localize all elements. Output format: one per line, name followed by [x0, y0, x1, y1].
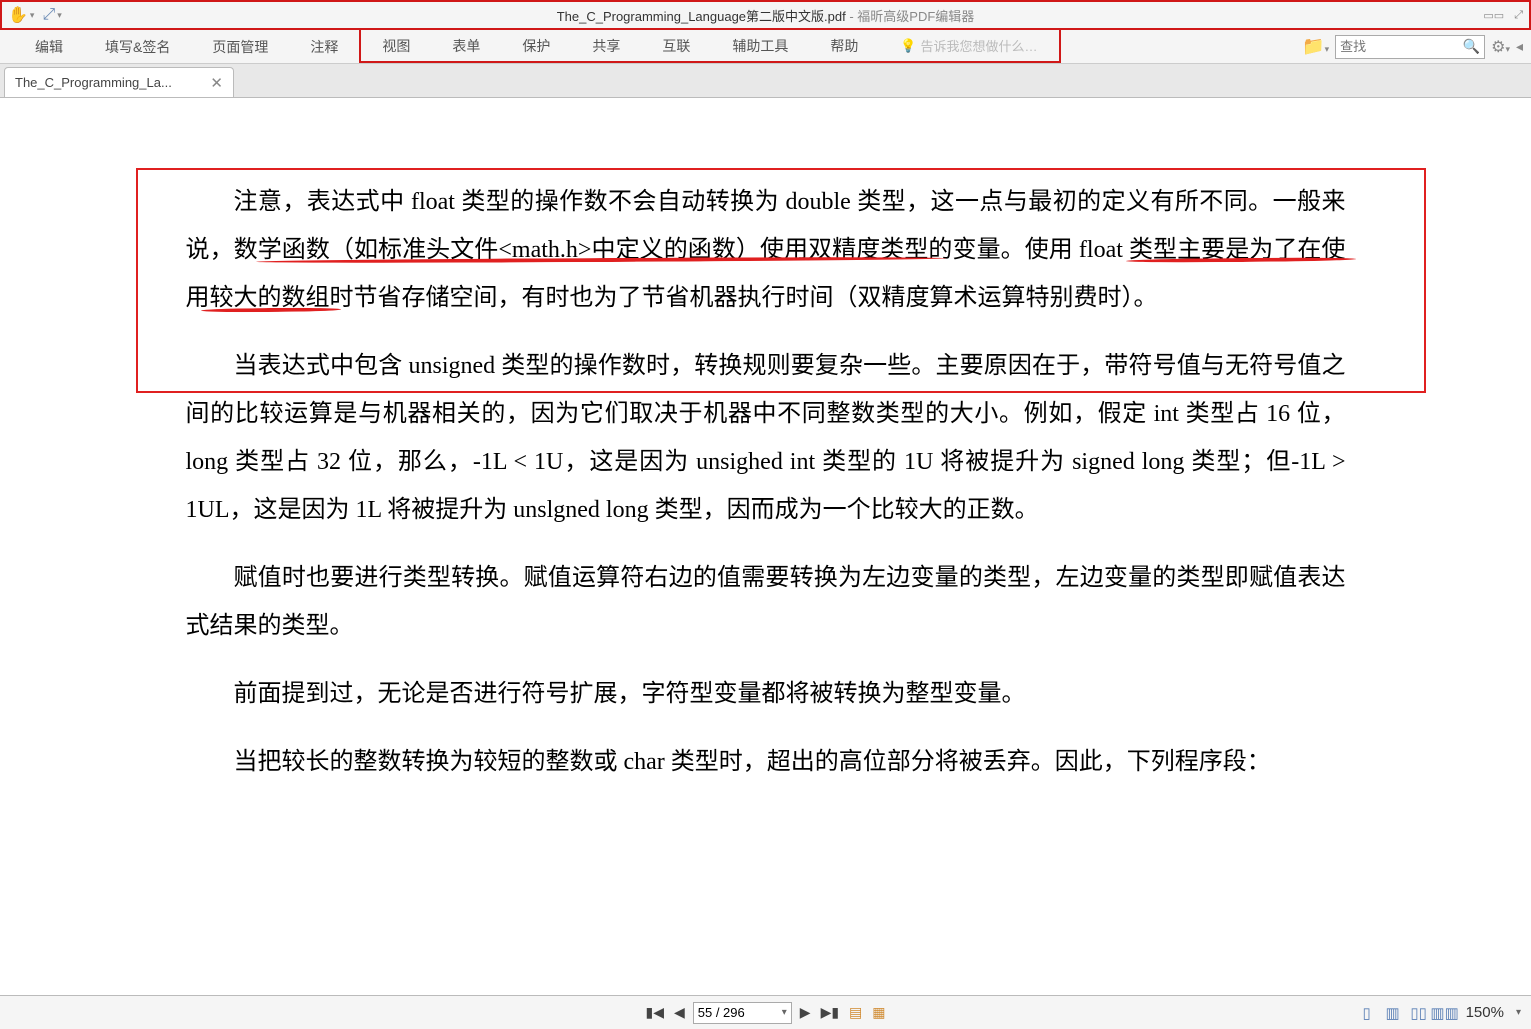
next-page-icon[interactable]: ▶ — [798, 1004, 813, 1021]
settings-icon[interactable]: ⚙▾ — [1491, 37, 1510, 57]
document-viewport[interactable]: 注意，表达式中 float 类型的操作数不会自动转换为 double 类型，这一… — [0, 98, 1531, 995]
ribbon-toggle-icon[interactable]: ▭▭ — [1483, 9, 1504, 22]
page-dropdown-icon[interactable]: ▾ — [782, 1007, 787, 1018]
menu-fill-sign[interactable]: 填写&签名 — [84, 30, 191, 63]
page-navigation: ▮◀ ◀ ▾ ▶ ▶▮ ▤ ▦ — [643, 1002, 887, 1024]
menu-annotate[interactable]: 注释 — [289, 30, 359, 63]
menu-share[interactable]: 共享 — [571, 30, 641, 61]
last-page-icon[interactable]: ▶▮ — [819, 1004, 841, 1021]
paragraph: 赋值时也要进行类型转换。赋值运算符右边的值需要转换为左边变量的类型，左边变量的类… — [186, 554, 1346, 650]
page-number-box[interactable]: ▾ — [693, 1002, 792, 1024]
paragraph: 当表达式中包含 unsigned 类型的操作数时，转换规则要复杂一些。主要原因在… — [186, 342, 1346, 534]
menu-connect[interactable]: 互联 — [641, 30, 711, 61]
menu-help[interactable]: 帮助 — [809, 30, 879, 61]
tab-close-icon[interactable]: ✕ — [210, 74, 223, 92]
search-box[interactable]: 🔍 — [1335, 35, 1485, 59]
document-title: The_C_Programming_Language第二版中文版.pdf — [557, 9, 846, 24]
app-name: 福昕高级PDF编辑器 — [857, 9, 974, 24]
tab-bar: The_C_Programming_La... ✕ — [0, 64, 1531, 98]
prev-page-icon[interactable]: ◀ — [672, 1004, 687, 1021]
zoom-level[interactable]: 150% — [1466, 1004, 1504, 1021]
paragraph: 当把较长的整数转换为较短的整数或 char 类型时，超出的高位部分将被丢弃。因此… — [186, 738, 1346, 786]
tab-label: The_C_Programming_La... — [15, 75, 172, 90]
file-tab[interactable]: The_C_Programming_La... ✕ — [4, 67, 234, 97]
window-controls: ▭▭ ⤢ — [1483, 9, 1523, 22]
chevron-left-icon[interactable]: ◂ — [1516, 38, 1523, 55]
search-icon[interactable]: 🔍 — [1463, 38, 1480, 55]
title-bar: ✋▾ ⤢▾ The_C_Programming_Language第二版中文版.p… — [0, 0, 1531, 30]
menu-tools[interactable]: 辅助工具 — [711, 30, 809, 61]
menu-edit[interactable]: 编辑 — [14, 30, 84, 63]
continuous-page-icon[interactable]: ▥ — [1384, 1005, 1402, 1021]
layout-icon-2[interactable]: ▦ — [870, 1004, 887, 1021]
window-title: The_C_Programming_Language第二版中文版.pdf - 福… — [557, 6, 975, 25]
zoom-dropdown-icon[interactable]: ▾ — [1516, 1007, 1521, 1018]
select-tool-icon[interactable]: ⤢▾ — [42, 6, 61, 24]
menubar-right-tools: 📁▾ 🔍 ⚙▾ ◂ — [1302, 30, 1523, 63]
status-bar: ▮◀ ◀ ▾ ▶ ▶▮ ▤ ▦ ▯ ▥ ▯▯ ▥▥ 150% ▾ — [0, 995, 1531, 1029]
paragraph: 前面提到过，无论是否进行符号扩展，字符型变量都将被转换为整型变量。 — [186, 670, 1346, 718]
menu-view[interactable]: 视图 — [361, 30, 431, 61]
expand-icon[interactable]: ⤢ — [1514, 9, 1523, 22]
tell-me-label: 告诉我您想做什么… — [921, 36, 1038, 55]
title-separator: - — [846, 9, 858, 24]
search-input[interactable] — [1340, 39, 1450, 54]
bulb-icon: 💡 — [900, 38, 916, 54]
page-content: 注意，表达式中 float 类型的操作数不会自动转换为 double 类型，这一… — [126, 98, 1406, 836]
two-page-continuous-icon[interactable]: ▥▥ — [1436, 1005, 1454, 1021]
tell-me-search[interactable]: 💡 告诉我您想做什么… — [879, 30, 1058, 61]
paragraph: 注意，表达式中 float 类型的操作数不会自动转换为 double 类型，这一… — [186, 178, 1346, 322]
layout-icon-1[interactable]: ▤ — [847, 1004, 864, 1021]
menu-highlighted-group: 视图 表单 保护 共享 互联 辅助工具 帮助 💡 告诉我您想做什么… — [359, 30, 1060, 63]
menu-form[interactable]: 表单 — [431, 30, 501, 61]
two-page-icon[interactable]: ▯▯ — [1410, 1005, 1428, 1021]
hand-tool-icon[interactable]: ✋▾ — [8, 5, 34, 25]
view-controls: ▯ ▥ ▯▯ ▥▥ 150% ▾ — [1358, 1004, 1521, 1021]
folder-icon[interactable]: 📁▾ — [1302, 36, 1329, 57]
menu-protect[interactable]: 保护 — [501, 30, 571, 61]
page-number-input[interactable] — [698, 1005, 778, 1020]
quick-access-toolbar: ✋▾ ⤢▾ — [8, 5, 62, 25]
single-page-icon[interactable]: ▯ — [1358, 1005, 1376, 1021]
menu-bar: 编辑 填写&签名 页面管理 注释 视图 表单 保护 共享 互联 辅助工具 帮助 … — [0, 30, 1531, 64]
first-page-icon[interactable]: ▮◀ — [643, 1004, 665, 1021]
menu-page-manage[interactable]: 页面管理 — [191, 30, 289, 63]
